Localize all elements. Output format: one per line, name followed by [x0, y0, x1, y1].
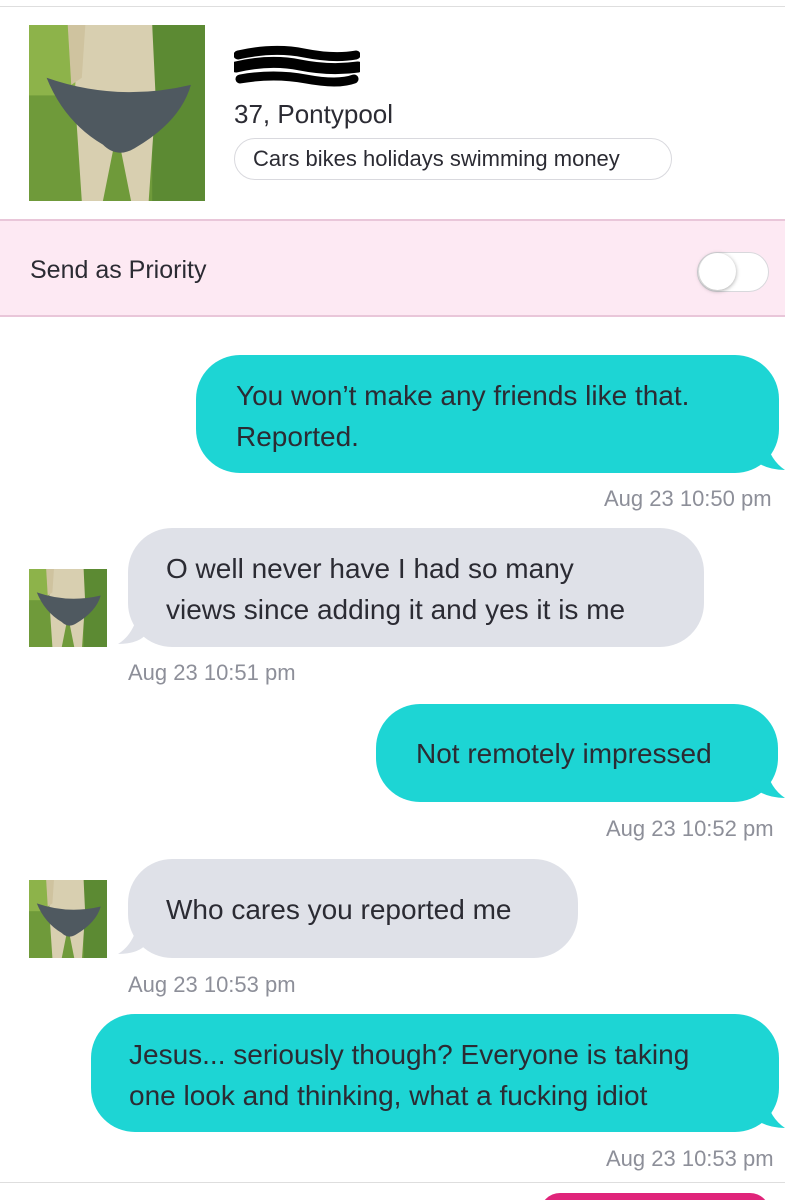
message-text: Jesus... seriously though? Everyone is t…	[129, 1039, 690, 1111]
redacted-name-scribble	[234, 45, 360, 87]
send-as-priority-row: Send as Priority	[0, 219, 785, 317]
profile-photo[interactable]	[29, 25, 205, 201]
message-bubble-sent[interactable]: Not remotely impressed	[376, 704, 778, 802]
message-bubble-sent[interactable]: Jesus... seriously though? Everyone is t…	[91, 1014, 779, 1132]
divider	[0, 1182, 785, 1183]
chat-screen: 37, Pontypool Cars bikes holidays swimmi…	[0, 0, 785, 1200]
message-timestamp: Aug 23 10:53 pm	[128, 972, 296, 997]
profile-age-location: 37, Pontypool	[234, 99, 394, 129]
message-text: You won’t make any friends like that. Re…	[236, 380, 690, 452]
message-timestamp: Aug 23 10:51 pm	[128, 660, 296, 685]
message-text: O well never have I had so many views si…	[166, 553, 626, 625]
profile-header[interactable]: 37, Pontypool Cars bikes holidays swimmi…	[0, 7, 785, 219]
message-text: Who cares you reported me	[166, 894, 512, 925]
bubble-tail	[752, 1098, 785, 1128]
message-bubble-received[interactable]: Who cares you reported me	[128, 859, 578, 958]
toggle-knob	[699, 253, 736, 290]
message-bubble-received[interactable]: O well never have I had so many views si…	[128, 528, 704, 647]
interests-chip: Cars bikes holidays swimming money	[234, 138, 672, 180]
message-bubble-sent[interactable]: You won’t make any friends like that. Re…	[196, 355, 779, 473]
message-timestamp: Aug 23 10:52 pm	[606, 816, 774, 841]
bubble-tail	[752, 768, 785, 798]
sender-avatar[interactable]	[29, 880, 107, 958]
send-as-priority-label: Send as Priority	[30, 256, 207, 284]
sender-avatar[interactable]	[29, 569, 107, 647]
message-timestamp: Aug 23 10:50 pm	[604, 486, 772, 511]
send-button[interactable]	[540, 1193, 770, 1200]
message-timestamp: Aug 23 10:53 pm	[606, 1146, 774, 1171]
bubble-tail	[752, 440, 785, 470]
priority-toggle[interactable]	[697, 252, 769, 292]
message-text: Not remotely impressed	[416, 738, 712, 769]
